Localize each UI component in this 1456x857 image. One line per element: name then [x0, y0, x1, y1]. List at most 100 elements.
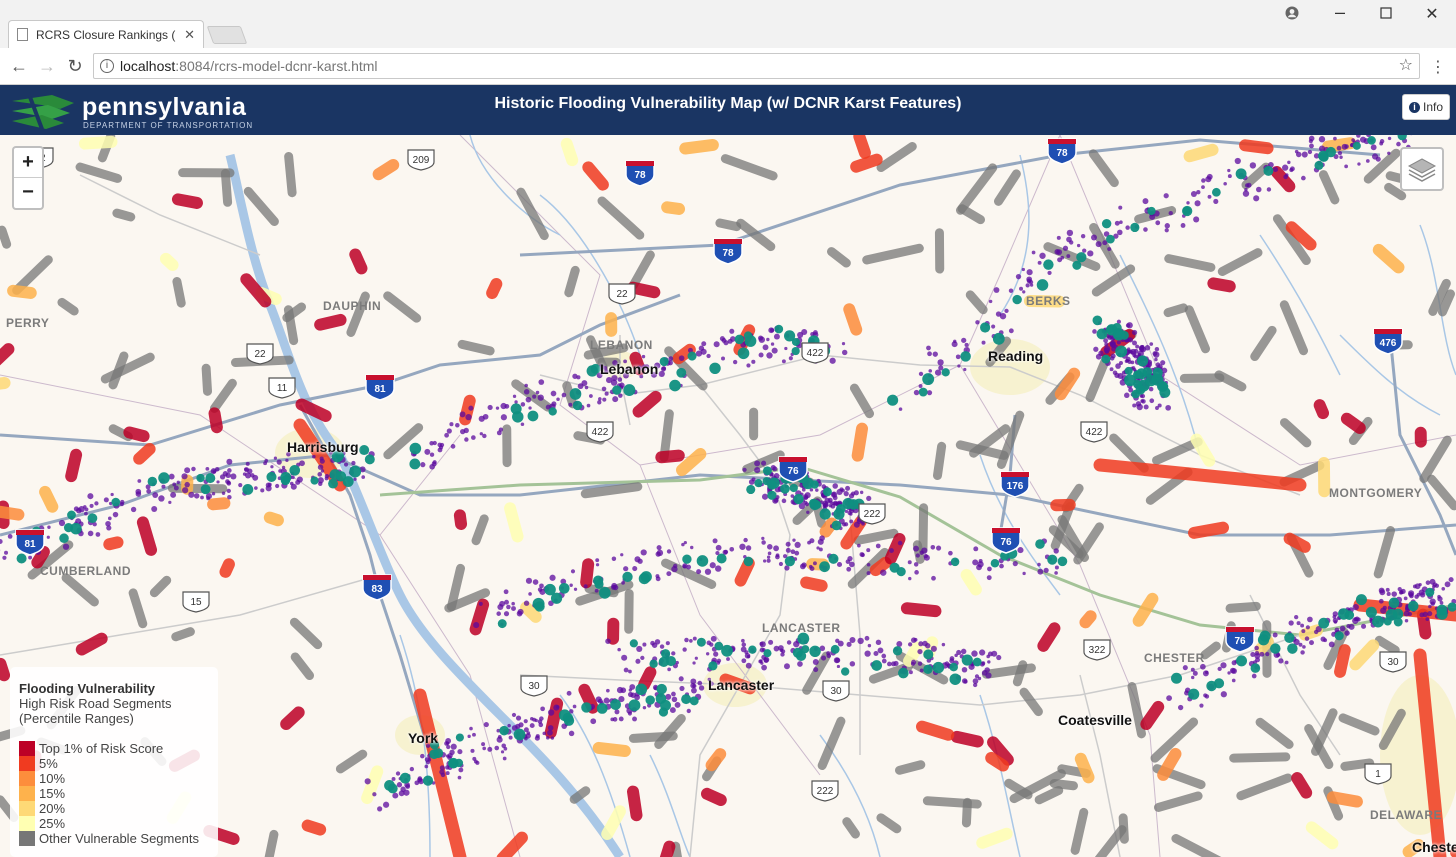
karst-point — [445, 771, 450, 776]
logo-subtitle: DEPARTMENT OF TRANSPORTATION — [83, 121, 254, 130]
karst-point — [502, 756, 507, 761]
karst-sinkhole — [527, 410, 539, 422]
karst-point — [763, 656, 770, 663]
karst-point — [1012, 561, 1018, 567]
karst-point — [955, 354, 961, 360]
karst-point — [987, 660, 991, 664]
karst-sinkhole — [1012, 294, 1022, 305]
address-bar[interactable]: i localhost:8084/rcrs-model-dcnr-karst.h… — [93, 53, 1420, 79]
karst-point — [227, 468, 232, 473]
zoom-out-button[interactable]: − — [14, 178, 42, 208]
karst-point — [173, 485, 179, 491]
karst-sinkhole — [923, 649, 934, 660]
layers-control-button[interactable] — [1400, 147, 1444, 191]
vulnerable-segment — [457, 339, 495, 356]
karst-point — [927, 351, 932, 357]
karst-point — [547, 729, 553, 736]
karst-point — [786, 640, 792, 645]
app-header: pennsylvania DEPARTMENT OF TRANSPORTATIO… — [0, 85, 1456, 135]
vulnerable-segment — [957, 204, 985, 225]
karst-point — [1168, 210, 1173, 216]
karst-point — [775, 553, 780, 558]
forward-arrow-icon[interactable]: → — [36, 56, 58, 76]
zoom-in-button[interactable]: + — [14, 148, 42, 178]
karst-sinkhole — [1388, 597, 1400, 609]
karst-sinkhole — [830, 644, 840, 654]
close-tab-icon[interactable]: ✕ — [184, 27, 195, 43]
karst-point — [470, 748, 475, 753]
interstate-shield: 176 — [1000, 471, 1030, 498]
karst-point — [137, 479, 142, 483]
reload-icon[interactable]: ↻ — [64, 56, 86, 76]
karst-sinkhole — [714, 641, 724, 651]
us-route-shield: 209 — [407, 149, 435, 171]
karst-sinkhole — [205, 473, 216, 484]
karst-sinkhole — [628, 699, 641, 712]
map-canvas[interactable]: 78 78 81 76 76 76 176 476 83 81 78 222 222 11 422 422 42… — [0, 135, 1456, 857]
karst-point — [1357, 162, 1361, 166]
karst-sinkhole — [1076, 252, 1087, 263]
legend-label: 20% — [39, 801, 66, 816]
karst-point — [525, 577, 533, 584]
karst-point — [658, 370, 665, 378]
karst-point — [1056, 249, 1063, 256]
karst-point — [785, 547, 791, 553]
risk-segment — [661, 201, 686, 215]
karst-sinkhole — [1170, 672, 1183, 684]
site-info-icon[interactable]: i — [100, 59, 114, 73]
vulnerable-segment — [1043, 242, 1101, 272]
risk-segment — [1326, 791, 1363, 808]
karst-point — [739, 543, 746, 550]
karst-point — [504, 403, 510, 409]
maximize-icon[interactable] — [1376, 6, 1396, 22]
karst-point — [1039, 252, 1046, 259]
minimize-icon[interactable]: – — [1330, 2, 1350, 23]
karst-point — [866, 548, 871, 553]
karst-sinkhole — [822, 487, 832, 497]
karst-point — [500, 750, 505, 754]
risk-segment — [1074, 752, 1095, 784]
karst-point — [1026, 278, 1032, 284]
karst-point — [161, 484, 166, 489]
karst-point — [495, 406, 500, 410]
karst-point — [898, 407, 903, 411]
karst-point — [1125, 225, 1130, 230]
legend-item: 5% — [19, 756, 209, 771]
browser-menu-icon[interactable]: ⋮ — [1430, 57, 1446, 77]
karst-point — [761, 664, 767, 671]
karst-point — [459, 411, 466, 418]
karst-point — [1047, 270, 1052, 276]
profile-icon[interactable] — [1282, 6, 1302, 23]
karst-point — [467, 734, 471, 739]
karst-point — [682, 564, 687, 569]
karst-point — [602, 397, 607, 402]
karst-point — [317, 464, 324, 470]
karst-sinkhole — [949, 673, 961, 685]
back-arrow-icon[interactable]: ← — [8, 56, 30, 76]
vulnerable-segment — [75, 162, 123, 183]
karst-point — [857, 637, 864, 645]
karst-point — [318, 481, 323, 487]
karst-point — [7, 534, 13, 539]
info-button[interactable]: i Info — [1401, 94, 1450, 120]
us-route-shield: 22 — [246, 343, 274, 365]
karst-point — [849, 561, 855, 568]
karst-point — [781, 649, 786, 654]
vulnerable-segment — [736, 218, 776, 252]
close-window-icon[interactable]: ✕ — [1422, 4, 1442, 24]
karst-point — [975, 320, 980, 325]
county-label-cumberland: CUMBERLAND — [40, 564, 131, 578]
karst-sinkhole — [1101, 354, 1111, 364]
karst-point — [1186, 201, 1190, 205]
karst-point — [820, 655, 827, 661]
bookmark-star-icon[interactable]: ☆ — [1399, 54, 1413, 78]
new-tab-button[interactable] — [206, 26, 248, 44]
karst-point — [482, 746, 487, 751]
karst-point — [611, 582, 618, 589]
browser-tab[interactable]: RCRS Closure Rankings ( ✕ — [8, 20, 204, 48]
karst-point — [28, 555, 33, 560]
legend-item: 10% — [19, 771, 209, 786]
svg-text:422: 422 — [807, 348, 824, 359]
karst-point — [981, 340, 986, 345]
vulnerable-segment — [1034, 785, 1064, 805]
